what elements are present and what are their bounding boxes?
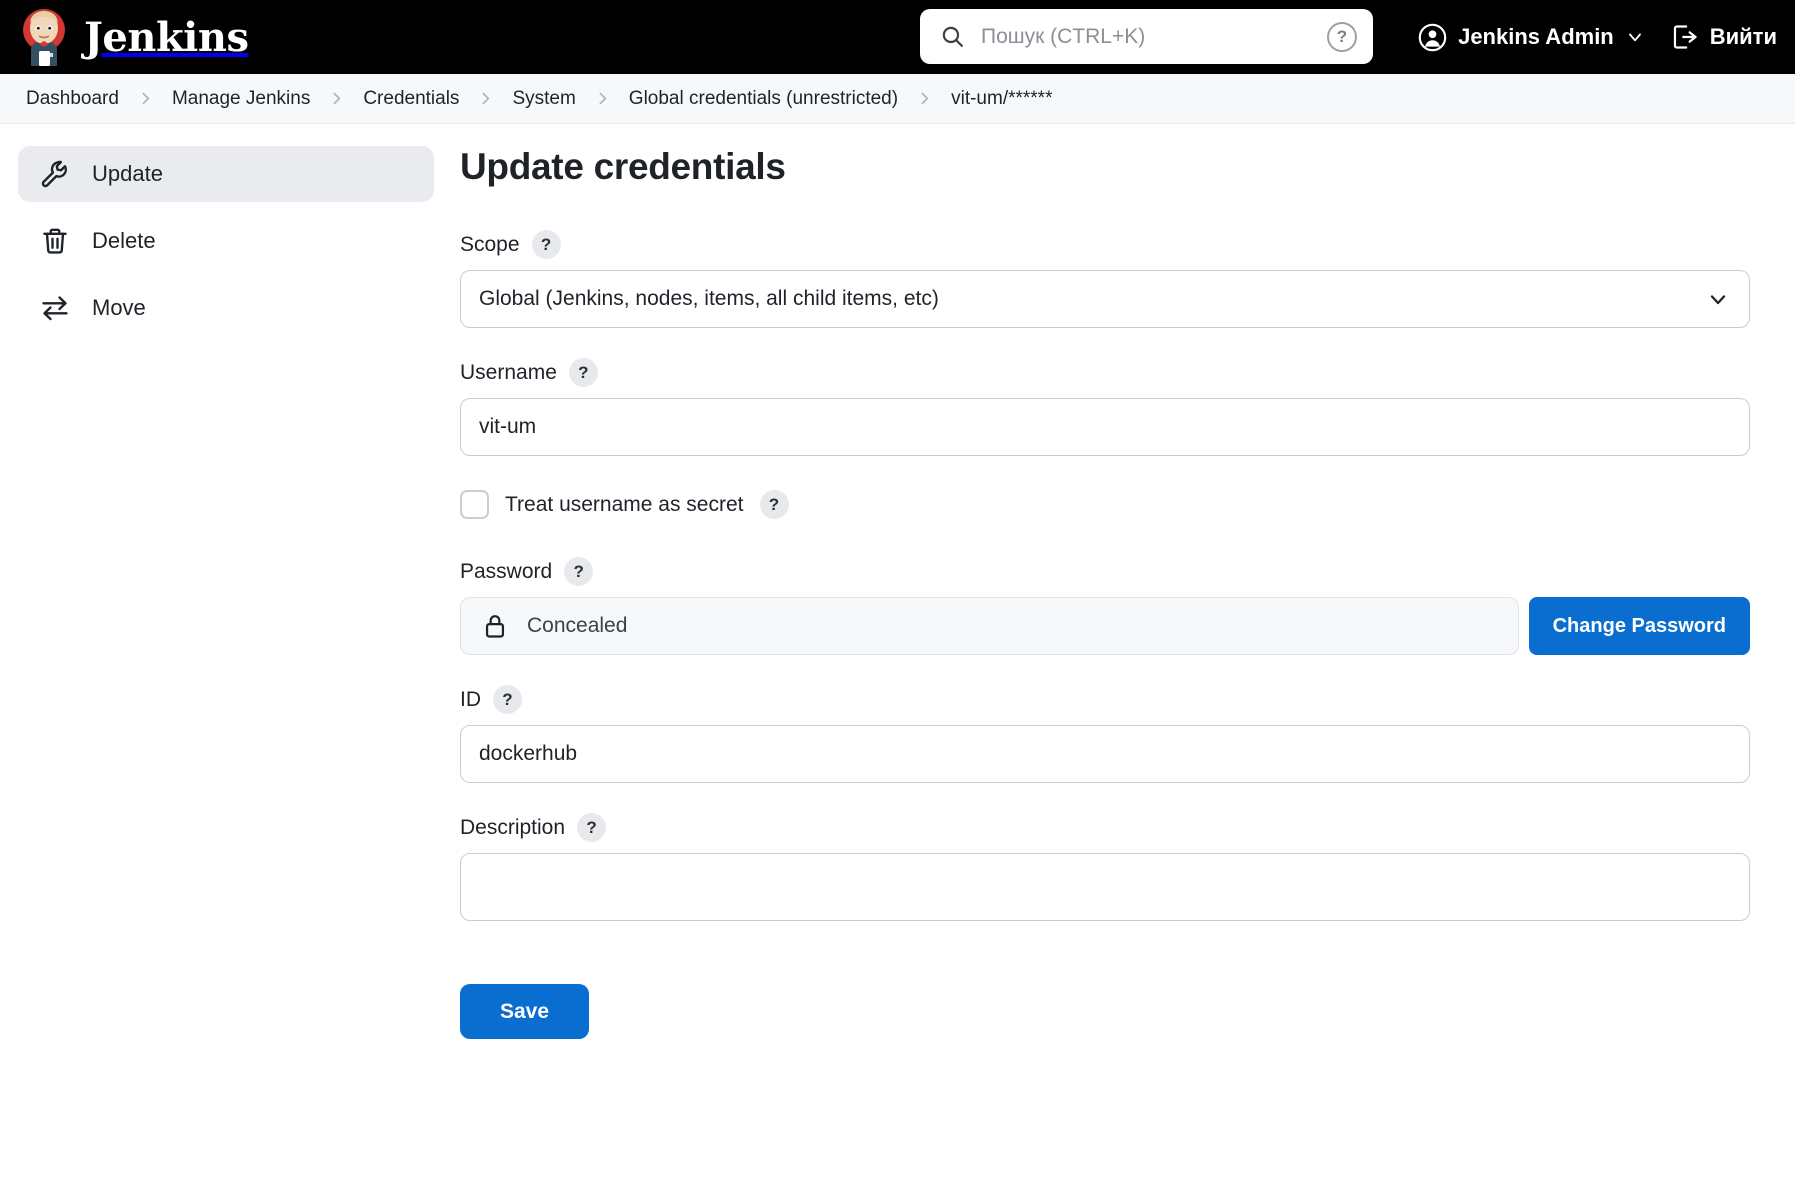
help-icon[interactable]: ? (531, 230, 561, 259)
help-icon[interactable]: ? (493, 685, 522, 714)
password-value: Concealed (527, 614, 628, 637)
logout-label: Вийти (1709, 24, 1777, 49)
trash-icon (43, 228, 67, 254)
username-input[interactable] (460, 398, 1750, 456)
breadcrumb-item-system[interactable]: System (504, 84, 583, 114)
brand-name: Jenkins (84, 13, 249, 61)
sidebar-item-label: Delete (92, 228, 156, 253)
id-label: ID (460, 687, 481, 711)
description-field: Description ? (460, 813, 1750, 926)
breadcrumb-item-current: vit-um/****** (951, 87, 1053, 109)
jenkins-home-link[interactable]: Jenkins (18, 8, 249, 66)
save-button[interactable]: Save (460, 984, 590, 1039)
help-icon[interactable]: ? (568, 358, 598, 387)
user-menu-label: Jenkins Admin (1458, 24, 1614, 49)
help-icon[interactable]: ? (564, 557, 594, 586)
sidebar: Update Delete Move (0, 146, 452, 347)
password-row: Concealed Change Password (460, 597, 1750, 655)
treat-username-as-secret-label: Treat username as secret (505, 492, 744, 516)
treat-username-as-secret-row: Treat username as secret ? (460, 490, 1750, 519)
sidebar-item-move[interactable]: Move (18, 280, 434, 336)
description-label-row: Description ? (460, 813, 1750, 842)
breadcrumb-separator-icon (320, 90, 353, 107)
breadcrumb-separator-icon (586, 90, 619, 107)
id-input[interactable] (460, 725, 1750, 783)
search-icon (942, 26, 963, 47)
breadcrumb-item-manage-jenkins[interactable]: Manage Jenkins (164, 84, 318, 114)
scope-field: Scope ? Global (Jenkins, nodes, items, a… (460, 230, 1750, 328)
scope-select[interactable]: Global (Jenkins, nodes, items, all child… (460, 270, 1750, 328)
password-label-row: Password ? (460, 557, 1750, 586)
wrench-icon (41, 160, 67, 188)
username-label-row: Username ? (460, 358, 1750, 387)
password-concealed-display: Concealed (460, 597, 1519, 655)
page-title: Update credentials (460, 146, 786, 187)
user-menu-button[interactable]: Jenkins Admin (1418, 23, 1645, 52)
id-label-row: ID ? (460, 685, 1750, 714)
search-box[interactable]: ? (920, 9, 1373, 64)
logout-icon (1673, 25, 1697, 49)
username-field: Username ? (460, 358, 1750, 456)
scope-label-row: Scope ? (460, 230, 1750, 259)
password-label: Password (460, 559, 553, 583)
move-arrows-icon (42, 296, 68, 321)
username-label: Username (460, 360, 557, 384)
logout-button[interactable]: Вийти (1671, 23, 1777, 51)
breadcrumb-separator-icon (129, 90, 162, 107)
header-actions: Jenkins Admin Вийти (1418, 0, 1777, 74)
breadcrumb-separator-icon (469, 90, 502, 107)
user-avatar-icon (1418, 23, 1447, 51)
description-label: Description (460, 815, 566, 839)
change-password-button[interactable]: Change Password (1528, 597, 1750, 655)
search-help-icon[interactable]: ? (1327, 21, 1357, 52)
breadcrumb-item-dashboard[interactable]: Dashboard (18, 84, 127, 114)
password-field: Password ? Concealed Change Password (460, 557, 1750, 655)
help-icon[interactable]: ? (759, 490, 789, 519)
search-input[interactable] (979, 23, 1313, 50)
sidebar-item-delete[interactable]: Delete (18, 213, 434, 269)
id-field: ID ? (460, 685, 1750, 783)
chevron-down-icon (1628, 33, 1641, 42)
sidebar-item-update[interactable]: Update (18, 146, 434, 202)
app-header: Jenkins ? Jenkins Admin (0, 0, 1795, 74)
scope-select-wrapper: Global (Jenkins, nodes, items, all child… (460, 270, 1750, 328)
sidebar-item-label: Move (92, 295, 146, 320)
page-body: Update Delete Move Update credentials Sc… (0, 124, 1795, 1039)
lock-icon (485, 615, 505, 638)
breadcrumb-separator-icon (908, 90, 941, 107)
description-textarea[interactable] (460, 853, 1750, 921)
treat-username-as-secret-checkbox[interactable] (460, 490, 489, 519)
breadcrumb-item-credentials[interactable]: Credentials (355, 84, 467, 114)
breadcrumb: Dashboard Manage Jenkins Credentials Sys… (0, 74, 1795, 124)
jenkins-butler-logo-icon (23, 9, 65, 66)
scope-label: Scope (460, 232, 520, 256)
breadcrumb-item-global-credentials[interactable]: Global credentials (unrestricted) (621, 84, 906, 114)
help-icon[interactable]: ? (577, 813, 607, 842)
main-content: Update credentials Scope ? Global (Jenki… (452, 146, 1782, 1039)
sidebar-item-label: Update (92, 161, 163, 186)
